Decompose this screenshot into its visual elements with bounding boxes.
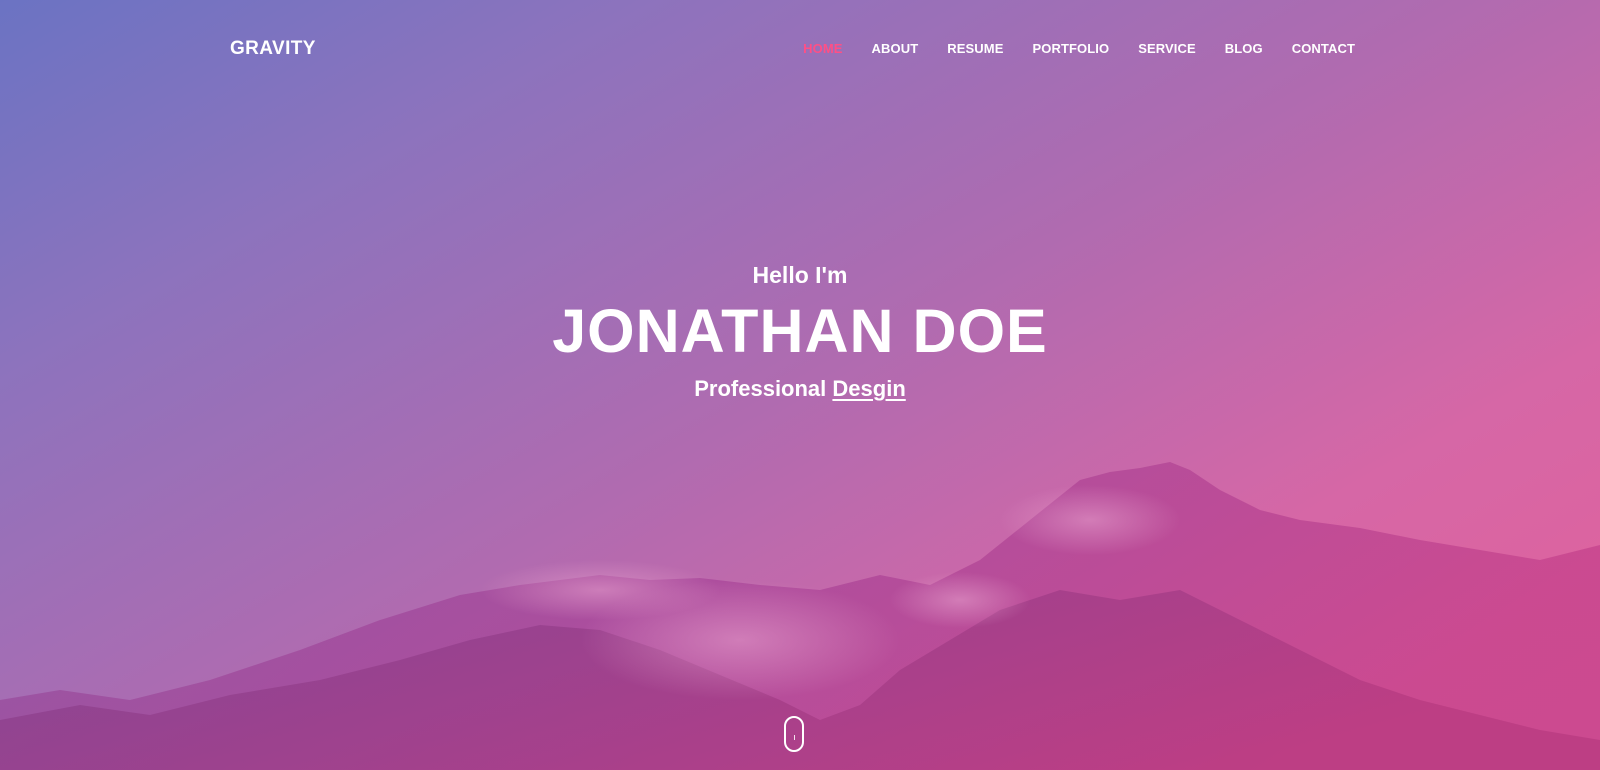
hero-section: GRAVITY HOME ABOUT RESUME PORTFOLIO SERV… (0, 0, 1600, 770)
hero-greeting: Hello I'm (752, 262, 848, 288)
hero-tagline: Professional Desgin (0, 373, 1600, 405)
nav-link-portfolio[interactable]: PORTFOLIO (1032, 41, 1109, 56)
mouse-wheel (794, 735, 795, 740)
nav-link-home[interactable]: HOME (803, 41, 842, 56)
brand-logo[interactable]: GRAVITY (230, 38, 316, 60)
nav-link-contact[interactable]: CONTACT (1292, 41, 1355, 56)
hero-intro: Hello I'm JONATHAN DOE Professional Desg… (0, 255, 1600, 405)
mouse-scroll-icon[interactable] (784, 716, 804, 752)
nav-link-resume[interactable]: RESUME (947, 41, 1003, 56)
nav-item-resume: RESUME (918, 41, 1003, 56)
nav-item-portfolio: PORTFOLIO (1003, 41, 1109, 56)
nav-menu: HOME ABOUT RESUME PORTFOLIO SERVICE BLOG… (774, 41, 1355, 56)
nav-item-blog: BLOG (1196, 41, 1263, 56)
nav-item-home: HOME (774, 41, 842, 56)
tagline-prefix: Professional (694, 376, 827, 401)
hero-name: JONATHAN DOE (552, 297, 1048, 365)
tagline-highlight: Desgin (832, 376, 906, 401)
nav-item-service: SERVICE (1109, 41, 1196, 56)
nav-link-blog[interactable]: BLOG (1225, 41, 1263, 56)
nav-item-contact: CONTACT (1263, 41, 1355, 56)
nav-link-service[interactable]: SERVICE (1138, 41, 1196, 56)
nav-item-about: ABOUT (843, 41, 919, 56)
nav-link-about[interactable]: ABOUT (872, 41, 919, 56)
top-navigation-bar: GRAVITY HOME ABOUT RESUME PORTFOLIO SERV… (0, 0, 1600, 100)
